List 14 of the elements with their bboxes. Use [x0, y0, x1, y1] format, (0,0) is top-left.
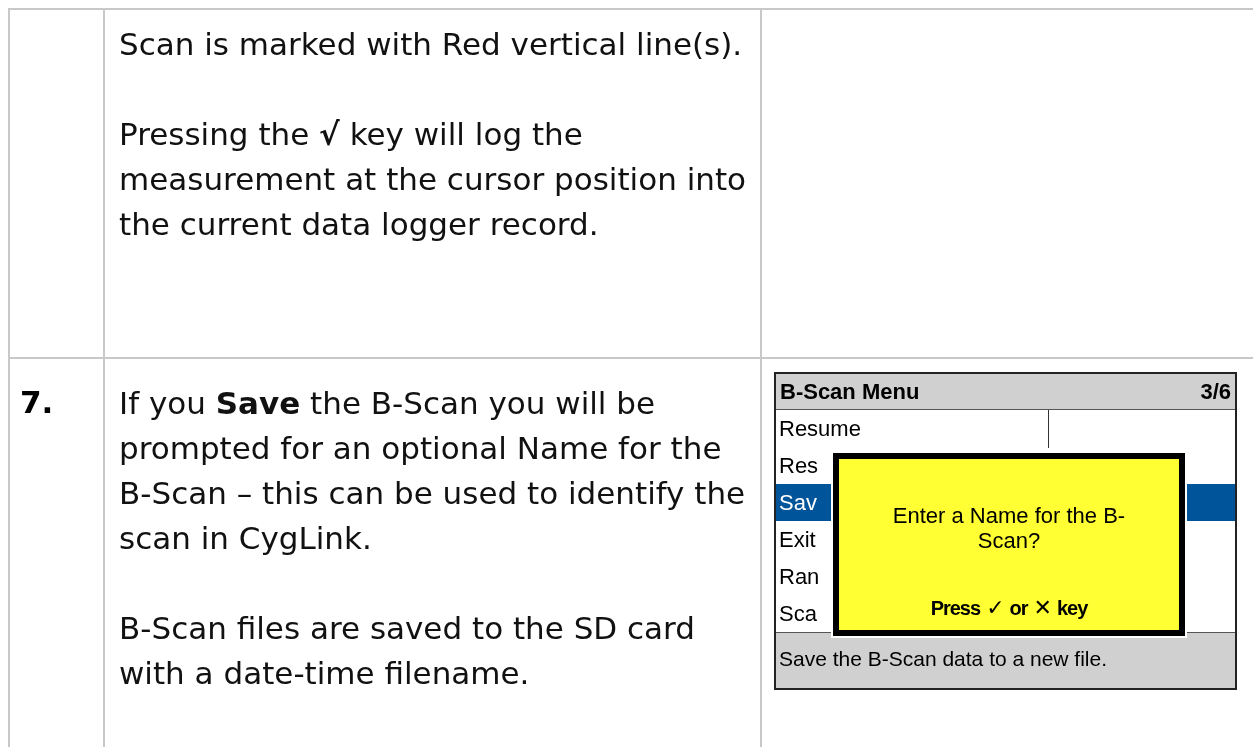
hint-text: or — [1009, 595, 1028, 621]
step-number: 7. — [20, 384, 54, 420]
page-indicator: 3/6 — [1200, 378, 1231, 406]
help-bar: Save the B-Scan data to a new file. — [776, 632, 1235, 688]
cancel-key-icon: ✕ — [1033, 591, 1051, 624]
instruction-paragraph: Pressing the √ key will log the measurement at the cursor position into the current data logger record. — [119, 115, 748, 244]
instruction-paragraph: If you Save the B-Scan you will be prompted for an optional Name for the B-Scan – this can be used to identify the scan in CygLink. — [119, 384, 747, 558]
dialog-message: Enter a Name for the B-Scan? — [891, 503, 1127, 553]
hint-text: Press — [930, 595, 981, 621]
ok-key-icon: ✓ — [986, 591, 1004, 624]
menu-title: B-Scan Menu — [780, 378, 920, 406]
instruction-paragraph: Scan is marked with Red vertical line(s). — [119, 25, 744, 64]
hint-text: key — [1057, 595, 1088, 621]
instruction-paragraph: B-Scan files are saved to the SD card with a date-time filename. — [119, 609, 696, 693]
